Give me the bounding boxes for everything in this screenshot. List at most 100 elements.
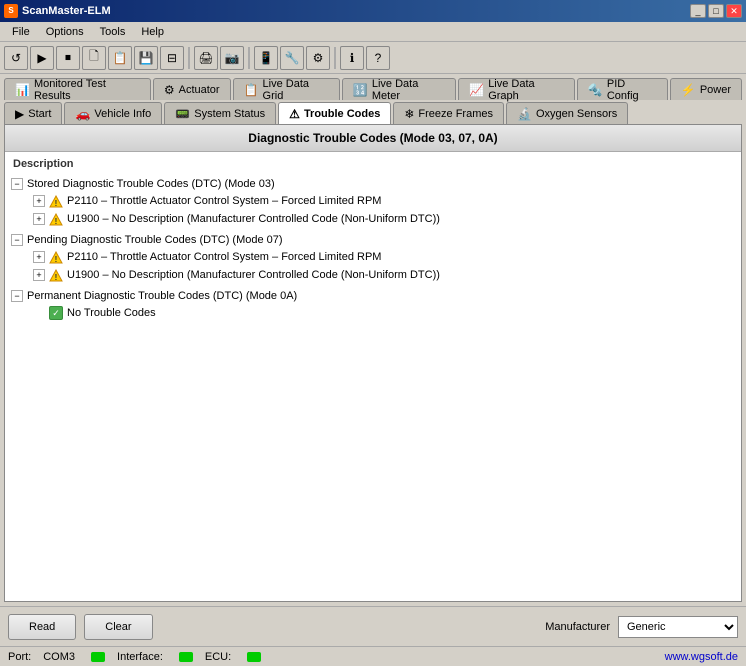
tab-power[interactable]: ⚡ Power: [670, 78, 742, 100]
read-button[interactable]: Read: [8, 614, 76, 640]
toolbar-sep-1: [188, 47, 190, 69]
pending-dtc-item-0[interactable]: + ! P2110 – Throttle Actuator Control Sy…: [29, 248, 737, 266]
clear-button[interactable]: Clear: [84, 614, 152, 640]
expand-icon-pending-0[interactable]: +: [33, 251, 45, 263]
stored-collapse-icon[interactable]: −: [11, 178, 23, 190]
toolbar-btn-1[interactable]: ↺: [4, 46, 28, 70]
port-led: [91, 652, 105, 662]
column-header: Description: [9, 156, 737, 172]
toolbar-btn-8[interactable]: 🖨: [194, 46, 218, 70]
ecu-led: [247, 652, 261, 662]
toolbar-btn-3[interactable]: ⏹: [56, 46, 80, 70]
toolbar-btn-2[interactable]: ▶: [30, 46, 54, 70]
toolbar-sep-3: [334, 47, 336, 69]
interface-led: [179, 652, 193, 662]
permanent-dtc-header[interactable]: − Permanent Diagnostic Trouble Codes (DT…: [9, 288, 737, 304]
title-bar-text: S ScanMaster-ELM: [4, 4, 111, 18]
tab-trouble-codes[interactable]: ⚠ Trouble Codes: [278, 102, 391, 124]
content-title: Diagnostic Trouble Codes (Mode 03, 07, 0…: [5, 125, 741, 152]
pending-dtc-code-0: P2110 – Throttle Actuator Control System…: [67, 251, 381, 263]
svg-text:!: !: [55, 199, 58, 208]
pid-config-icon: 🔩: [588, 83, 603, 97]
toolbar-sep-2: [248, 47, 250, 69]
menu-options[interactable]: Options: [38, 24, 92, 40]
toolbar-btn-4[interactable]: 🗋: [82, 46, 106, 70]
app-icon: S: [4, 4, 18, 18]
pending-dtc-section: − Pending Diagnostic Trouble Codes (DTC)…: [9, 232, 737, 284]
trouble-codes-icon: ⚠: [289, 107, 300, 121]
pending-dtc-header[interactable]: − Pending Diagnostic Trouble Codes (DTC)…: [9, 232, 737, 248]
menu-file[interactable]: File: [4, 24, 38, 40]
minimize-button[interactable]: _: [690, 4, 706, 18]
port-value: COM3: [43, 651, 75, 663]
stored-dtc-label: Stored Diagnostic Trouble Codes (DTC) (M…: [27, 178, 275, 190]
ecu-label: ECU:: [205, 651, 231, 663]
toolbar-btn-9[interactable]: 📷: [220, 46, 244, 70]
pending-collapse-icon[interactable]: −: [11, 234, 23, 246]
tab-oxygen-sensors[interactable]: 🔬 Oxygen Sensors: [506, 102, 628, 124]
menu-bar: File Options Tools Help: [0, 22, 746, 42]
permanent-dtc-label: Permanent Diagnostic Trouble Codes (DTC)…: [27, 290, 297, 302]
bottom-bar: Read Clear Manufacturer Generic Ford GM …: [0, 606, 746, 646]
expand-icon-0[interactable]: +: [33, 195, 45, 207]
live-data-graph-icon: 📈: [469, 83, 484, 97]
toolbar-btn-5[interactable]: 📋: [108, 46, 132, 70]
interface-label: Interface:: [117, 651, 163, 663]
expand-icon-pending-1[interactable]: +: [33, 269, 45, 281]
no-trouble-icon: ✓: [49, 306, 63, 320]
warning-icon-0: !: [49, 194, 63, 208]
permanent-dtc-section: − Permanent Diagnostic Trouble Codes (DT…: [9, 288, 737, 322]
svg-text:!: !: [55, 217, 58, 226]
tab-pid-config[interactable]: 🔩 PID Config: [577, 78, 668, 100]
vehicle-info-icon: 🚗: [75, 107, 90, 121]
maximize-button[interactable]: □: [708, 4, 724, 18]
pending-dtc-code-1: U1900 – No Description (Manufacturer Con…: [67, 269, 440, 281]
tab-vehicle-info[interactable]: 🚗 Vehicle Info: [64, 102, 162, 124]
toolbar: ↺ ▶ ⏹ 🗋 📋 💾 ⊟ 🖨 📷 📱 🔧 ⚙ ℹ ?: [0, 42, 746, 74]
toolbar-btn-10[interactable]: 📱: [254, 46, 278, 70]
warning-icon-pending-1: !: [49, 268, 63, 282]
pending-dtc-label: Pending Diagnostic Trouble Codes (DTC) (…: [27, 234, 283, 246]
menu-tools[interactable]: Tools: [92, 24, 134, 40]
close-button[interactable]: ✕: [726, 4, 742, 18]
tab-live-data-graph[interactable]: 📈 Live Data Graph: [458, 78, 575, 100]
stored-dtc-item-0[interactable]: + ! P2110 – Throttle Actuator Control Sy…: [29, 192, 737, 210]
tab-system-status[interactable]: 📟 System Status: [164, 102, 276, 124]
svg-text:!: !: [55, 273, 58, 282]
tab-actuator[interactable]: ⚙ Actuator: [153, 78, 231, 100]
toolbar-btn-12[interactable]: ⚙: [306, 46, 330, 70]
permanent-dtc-item-0[interactable]: ✓ No Trouble Codes: [45, 304, 737, 322]
app-title: ScanMaster-ELM: [22, 5, 111, 17]
toolbar-btn-7[interactable]: ⊟: [160, 46, 184, 70]
oxygen-sensors-icon: 🔬: [517, 107, 532, 121]
tab-start[interactable]: ▶ Start: [4, 102, 62, 124]
toolbar-btn-11[interactable]: 🔧: [280, 46, 304, 70]
expand-icon-1[interactable]: +: [33, 213, 45, 225]
tab-monitored-test-results[interactable]: 📊 Monitored Test Results: [4, 78, 151, 100]
title-bar: S ScanMaster-ELM _ □ ✕: [0, 0, 746, 22]
stored-dtc-code-1: U1900 – No Description (Manufacturer Con…: [67, 213, 440, 225]
pending-dtc-item-1[interactable]: + ! U1900 – No Description (Manufacturer…: [29, 266, 737, 284]
toolbar-btn-6[interactable]: 💾: [134, 46, 158, 70]
toolbar-btn-13[interactable]: ℹ: [340, 46, 364, 70]
tab-live-data-meter[interactable]: 🔢 Live Data Meter: [342, 78, 456, 100]
monitored-test-results-icon: 📊: [15, 83, 30, 97]
stored-dtc-item-1[interactable]: + ! U1900 – No Description (Manufacturer…: [29, 210, 737, 228]
system-status-icon: 📟: [175, 107, 190, 121]
warning-icon-1: !: [49, 212, 63, 226]
main-content: Diagnostic Trouble Codes (Mode 03, 07, 0…: [4, 124, 742, 602]
start-icon: ▶: [15, 107, 24, 121]
tab-live-data-grid[interactable]: 📋 Live Data Grid: [233, 78, 340, 100]
website-link[interactable]: www.wgsoft.de: [665, 651, 738, 663]
stored-dtc-code-0: P2110 – Throttle Actuator Control System…: [67, 195, 381, 207]
stored-dtc-header[interactable]: − Stored Diagnostic Trouble Codes (DTC) …: [9, 176, 737, 192]
menu-help[interactable]: Help: [133, 24, 172, 40]
toolbar-btn-14[interactable]: ?: [366, 46, 390, 70]
tab-row-1: 📊 Monitored Test Results ⚙ Actuator 📋 Li…: [0, 74, 746, 100]
tab-freeze-frames[interactable]: ❄ Freeze Frames: [393, 102, 504, 124]
manufacturer-label: Manufacturer: [545, 621, 610, 633]
actuator-icon: ⚙: [164, 83, 175, 97]
stored-dtc-section: − Stored Diagnostic Trouble Codes (DTC) …: [9, 176, 737, 228]
manufacturer-select[interactable]: Generic Ford GM Chrysler Toyota: [618, 616, 738, 638]
permanent-collapse-icon[interactable]: −: [11, 290, 23, 302]
